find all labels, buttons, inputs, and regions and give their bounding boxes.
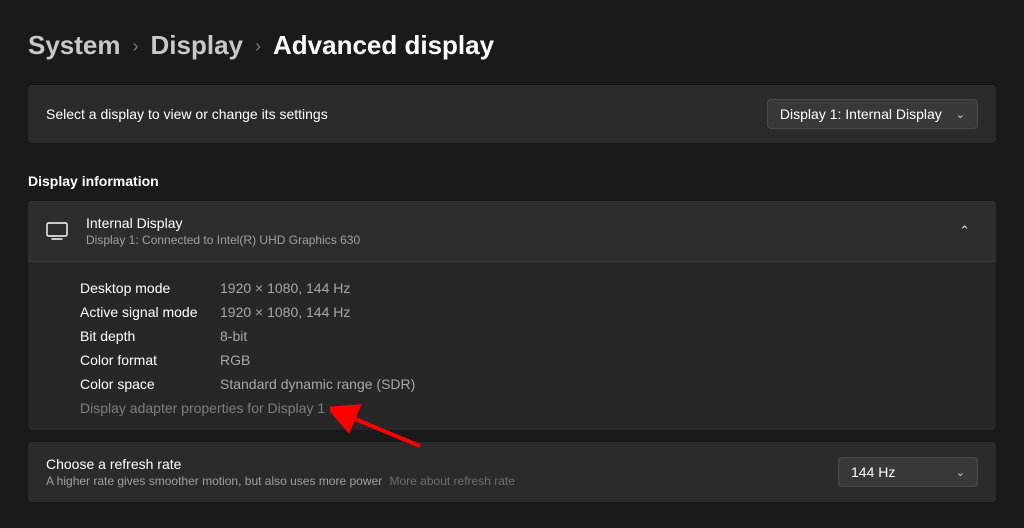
breadcrumb-current: Advanced display — [273, 30, 494, 61]
refresh-rate-card: Choose a refresh rate A higher rate give… — [28, 442, 996, 502]
info-key: Color format — [80, 352, 220, 368]
info-value: 1920 × 1080, 144 Hz — [220, 304, 350, 320]
display-info-header[interactable]: Internal Display Display 1: Connected to… — [28, 201, 996, 261]
chevron-right-icon: › — [133, 36, 139, 57]
refresh-rate-title: Choose a refresh rate — [46, 456, 838, 472]
display-info-title: Internal Display — [86, 215, 933, 231]
display-selector-dropdown[interactable]: Display 1: Internal Display ⌄ — [767, 99, 978, 129]
breadcrumb-system[interactable]: System — [28, 30, 121, 61]
refresh-rate-value: 144 Hz — [851, 464, 895, 480]
breadcrumb-display[interactable]: Display — [151, 30, 244, 61]
refresh-rate-desc: A higher rate gives smoother motion, but… — [46, 474, 838, 488]
more-about-refresh-rate-link[interactable]: More about refresh rate — [390, 474, 515, 488]
monitor-icon — [46, 222, 68, 240]
info-value: Standard dynamic range (SDR) — [220, 376, 415, 392]
chevron-down-icon: ⌄ — [956, 108, 965, 121]
info-row: Active signal mode1920 × 1080, 144 Hz — [80, 300, 978, 324]
info-key: Bit depth — [80, 328, 220, 344]
select-display-label: Select a display to view or change its s… — [46, 106, 328, 122]
chevron-down-icon: ⌄ — [956, 466, 965, 479]
refresh-rate-text: Choose a refresh rate A higher rate give… — [46, 456, 838, 488]
refresh-rate-dropdown[interactable]: 144 Hz ⌄ — [838, 457, 978, 487]
display-info-header-text: Internal Display Display 1: Connected to… — [86, 215, 933, 247]
info-key: Color space — [80, 376, 220, 392]
info-key: Desktop mode — [80, 280, 220, 296]
section-heading: Display information — [28, 173, 996, 189]
chevron-up-icon[interactable]: ⌃ — [951, 219, 978, 243]
display-info-subtitle: Display 1: Connected to Intel(R) UHD Gra… — [86, 233, 933, 247]
adapter-properties-link[interactable]: Display adapter properties for Display 1 — [80, 400, 978, 416]
info-value: 8-bit — [220, 328, 247, 344]
display-info-body: Desktop mode1920 × 1080, 144 Hz Active s… — [28, 261, 996, 430]
breadcrumb: System › Display › Advanced display — [28, 30, 996, 61]
info-row: Bit depth8-bit — [80, 324, 978, 348]
refresh-rate-desc-text: A higher rate gives smoother motion, but… — [46, 474, 382, 488]
info-row: Color spaceStandard dynamic range (SDR) — [80, 372, 978, 396]
info-row: Color formatRGB — [80, 348, 978, 372]
display-info-card: Internal Display Display 1: Connected to… — [28, 201, 996, 430]
info-row: Desktop mode1920 × 1080, 144 Hz — [80, 276, 978, 300]
info-key: Active signal mode — [80, 304, 220, 320]
select-display-card: Select a display to view or change its s… — [28, 85, 996, 143]
display-selector-value: Display 1: Internal Display — [780, 106, 942, 122]
info-value: 1920 × 1080, 144 Hz — [220, 280, 350, 296]
chevron-right-icon: › — [255, 36, 261, 57]
info-value: RGB — [220, 352, 250, 368]
